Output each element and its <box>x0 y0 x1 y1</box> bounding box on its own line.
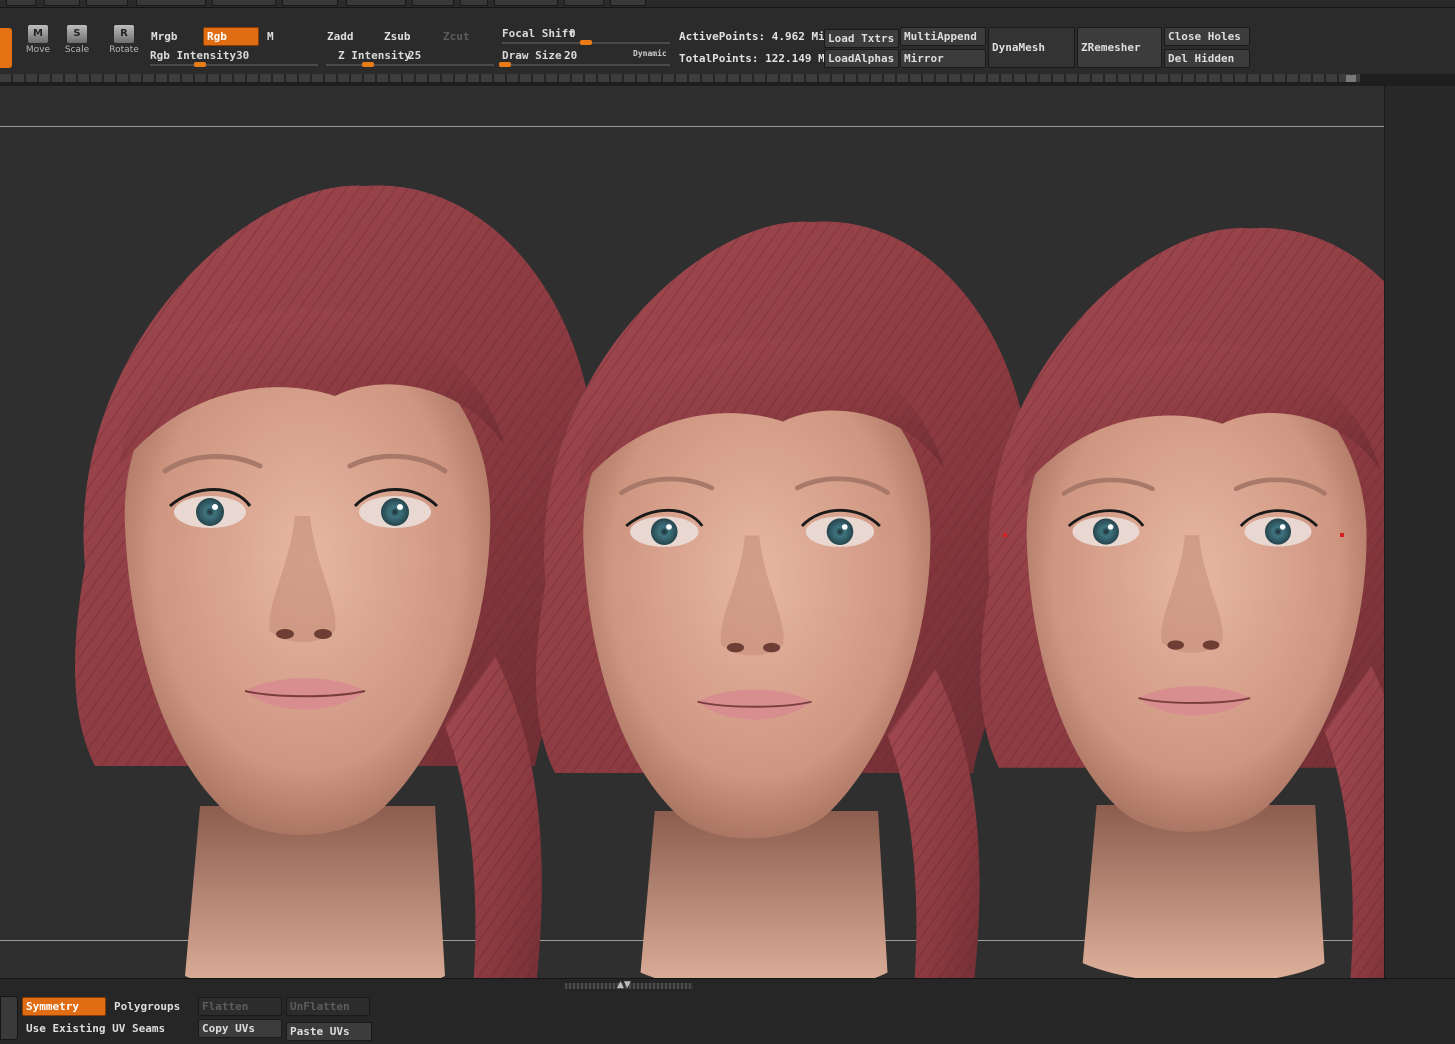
scale-tool-label: Scale <box>64 45 90 55</box>
load-txtrs-button[interactable]: Load Txtrs <box>824 29 899 48</box>
bottom-palette: ▲▼ Symmetry Polygroups Flatten UnFlatten… <box>0 978 1455 1044</box>
z-intensity-label: Z Intensity <box>338 49 411 62</box>
rotate-tool-label: Rotate <box>109 45 139 55</box>
document-canvas[interactable] <box>0 86 1384 978</box>
rotate-tool-button[interactable]: R Rotate <box>104 25 144 63</box>
close-holes-button[interactable]: Close Holes <box>1164 27 1250 46</box>
focal-shift-label: Focal Shift <box>502 27 575 40</box>
total-points-readout: TotalPoints: 122.149 Mil <box>679 52 838 65</box>
move-icon: M <box>28 25 48 43</box>
head-model-front-left[interactable] <box>75 185 596 978</box>
head-model-three-quarter-right[interactable] <box>980 228 1384 978</box>
menu-tab[interactable] <box>6 0 36 6</box>
polygroups-button[interactable]: Polygroups <box>110 997 196 1016</box>
dynamic-toggle[interactable]: Dynamic <box>633 49 667 58</box>
z-intensity-track[interactable] <box>326 64 494 66</box>
draw-size-label: Draw Size <box>502 49 562 62</box>
active-points-value: 4.962 Mil <box>771 30 832 43</box>
load-alphas-button[interactable]: LoadAlphas <box>824 49 899 68</box>
multi-append-button[interactable]: MultiAppend <box>900 27 986 46</box>
z-intensity-knob[interactable] <box>362 62 374 67</box>
menu-tab[interactable] <box>212 0 276 6</box>
rgb-intensity-label: Rgb Intensity <box>150 49 237 62</box>
flatten-button[interactable]: Flatten <box>198 997 282 1016</box>
active-points-readout: ActivePoints: 4.962 Mil <box>679 30 831 43</box>
collapse-arrow-icon[interactable]: ▲▼ <box>617 980 631 990</box>
menu-tab[interactable] <box>44 0 80 6</box>
menu-tab[interactable] <box>86 0 128 6</box>
focal-shift-knob[interactable] <box>580 40 592 45</box>
head-model-front-center[interactable] <box>536 222 1031 978</box>
mirror-button[interactable]: Mirror <box>900 49 986 68</box>
zremesher-button[interactable]: ZRemesher <box>1077 27 1162 68</box>
rgb-intensity-track[interactable] <box>150 64 318 66</box>
move-tool-label: Move <box>25 45 51 55</box>
menu-tab[interactable] <box>282 0 338 6</box>
menu-tab[interactable] <box>610 0 646 6</box>
menu-tab[interactable] <box>412 0 454 6</box>
m-button[interactable]: M <box>263 27 319 46</box>
scale-tool-button[interactable]: S Scale <box>57 25 97 63</box>
progress-strip <box>0 74 1360 82</box>
active-points-label: ActivePoints: <box>679 30 766 43</box>
z-intensity-value: 25 <box>408 49 422 62</box>
zadd-button[interactable]: Zadd <box>323 27 377 46</box>
draw-mode-button[interactable] <box>0 28 12 68</box>
total-points-label: TotalPoints: <box>679 52 759 65</box>
use-existing-uv-seams-toggle[interactable]: Use Existing UV Seams <box>22 1019 194 1038</box>
rotate-icon: R <box>114 25 134 43</box>
draw-size-track[interactable] <box>502 64 670 66</box>
zcut-button[interactable]: Zcut <box>439 27 491 46</box>
rgb-intensity-value: 30 <box>236 49 250 62</box>
paste-uvs-button[interactable]: Paste UVs <box>286 1022 372 1041</box>
menu-tab[interactable] <box>460 0 488 6</box>
focal-shift-value: 0 <box>569 27 576 40</box>
symmetry-button[interactable]: Symmetry <box>22 997 106 1016</box>
menu-tab[interactable] <box>564 0 604 6</box>
right-side-rail[interactable] <box>1384 86 1455 978</box>
zsub-button[interactable]: Zsub <box>380 27 436 46</box>
progress-strip-end <box>1346 75 1356 82</box>
del-hidden-button[interactable]: Del Hidden <box>1164 49 1250 68</box>
mrgb-button[interactable]: Mrgb <box>147 27 202 46</box>
menu-tab[interactable] <box>136 0 206 6</box>
draw-size-knob[interactable] <box>499 62 512 67</box>
menu-tab[interactable] <box>494 0 558 6</box>
draw-size-value: 20 <box>564 49 578 62</box>
top-menu-strip <box>0 0 1455 8</box>
brush-marker <box>1003 533 1007 537</box>
scale-icon: S <box>67 25 87 43</box>
unflatten-button[interactable]: UnFlatten <box>286 997 370 1016</box>
rgb-button[interactable]: Rgb <box>203 27 259 46</box>
menu-tab[interactable] <box>346 0 406 6</box>
move-tool-button[interactable]: M Move <box>18 25 58 63</box>
brush-marker <box>1340 533 1344 537</box>
head-render-viewport <box>0 86 1384 978</box>
dynamesh-button[interactable]: DynaMesh <box>988 27 1075 68</box>
rgb-intensity-knob[interactable] <box>194 62 207 67</box>
left-tray-tab[interactable] <box>0 996 18 1040</box>
copy-uvs-button[interactable]: Copy UVs <box>198 1019 282 1038</box>
